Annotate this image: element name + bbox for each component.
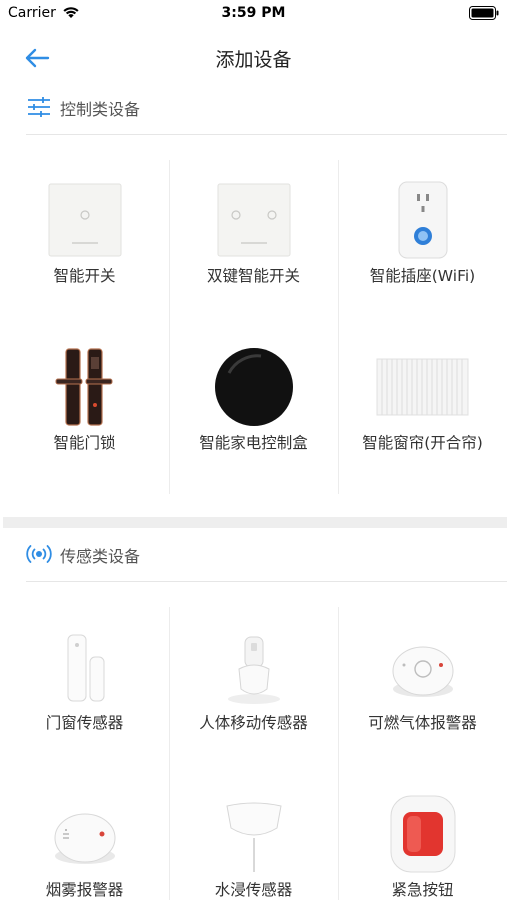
section-title: 传感类设备: [60, 547, 141, 566]
status-bar: Carrier 3:59 PM: [0, 0, 507, 28]
device-name: 紧急按钮: [391, 881, 454, 899]
battery-icon: [469, 6, 499, 20]
appliance-control-box-icon: [215, 348, 293, 426]
device-tile-smart-door-lock[interactable]: 智能门锁: [0, 327, 169, 493]
device-tile-appliance-control-box[interactable]: 智能家电控制盒: [169, 327, 338, 493]
section-header-control: 控制类设备: [0, 83, 507, 133]
smart-curtain-icon: [376, 358, 469, 416]
sliders-icon: [28, 97, 50, 117]
smoke-alarm-icon: [54, 813, 116, 864]
status-time: 3:59 PM: [221, 5, 286, 21]
signal-waves-icon: [26, 545, 52, 563]
device-tile-emergency-button[interactable]: 紧急按钮: [338, 774, 507, 900]
section-header-sensor: 传感类设备: [0, 530, 507, 580]
device-tile-smart-switch[interactable]: 智能开关: [0, 160, 169, 326]
device-tile-double-key-switch[interactable]: 双键智能开关: [169, 160, 338, 326]
device-tile-motion-sensor[interactable]: 人体移动传感器: [169, 607, 338, 773]
device-name: 双键智能开关: [206, 267, 300, 285]
device-name: 智能门锁: [53, 434, 116, 452]
door-window-sensor-icon: [67, 634, 105, 702]
section-separator: [3, 517, 507, 528]
device-name: 人体移动传感器: [199, 714, 308, 732]
emergency-button-icon: [390, 795, 456, 873]
device-tile-smoke-alarm[interactable]: 烟雾报警器: [0, 774, 169, 900]
water-leak-sensor-icon: [226, 802, 282, 872]
section-title: 控制类设备: [60, 100, 141, 119]
double-key-switch-icon: [217, 183, 291, 257]
page-title: 添加设备: [215, 49, 292, 71]
sensor-device-grid: 门窗传感器 人体移动传感器 可燃气体报警器 烟雾报警器 水浸传感器 紧急按钮: [0, 607, 507, 900]
control-device-grid: 智能开关 双键智能开关 智能插座(WiFi) 智能门锁 智能家电控制盒 智能窗帘…: [0, 160, 507, 494]
device-tile-smart-curtain[interactable]: 智能窗帘(开合帘): [338, 327, 507, 493]
device-name: 智能插座(WiFi): [369, 267, 476, 285]
device-name: 水浸传感器: [214, 881, 293, 899]
section-divider: [26, 581, 507, 582]
smart-door-lock-icon: [55, 348, 113, 426]
device-name: 智能开关: [53, 267, 116, 285]
device-name: 门窗传感器: [45, 714, 124, 732]
device-name: 智能家电控制盒: [199, 434, 308, 452]
device-tile-door-window-sensor[interactable]: 门窗传感器: [0, 607, 169, 773]
navigation-bar: 添加设备: [0, 28, 507, 88]
smart-switch-icon: [48, 183, 122, 257]
smart-socket-icon: [398, 181, 448, 259]
device-name: 可燃气体报警器: [368, 714, 477, 732]
device-name: 智能窗帘(开合帘): [362, 434, 483, 452]
device-name: 烟雾报警器: [45, 881, 124, 899]
gas-alarm-icon: [392, 646, 454, 697]
section-divider: [26, 134, 507, 135]
motion-sensor-icon: [228, 636, 280, 704]
device-tile-smart-socket[interactable]: 智能插座(WiFi): [338, 160, 507, 326]
device-tile-water-leak-sensor[interactable]: 水浸传感器: [169, 774, 338, 900]
device-tile-gas-alarm[interactable]: 可燃气体报警器: [338, 607, 507, 773]
